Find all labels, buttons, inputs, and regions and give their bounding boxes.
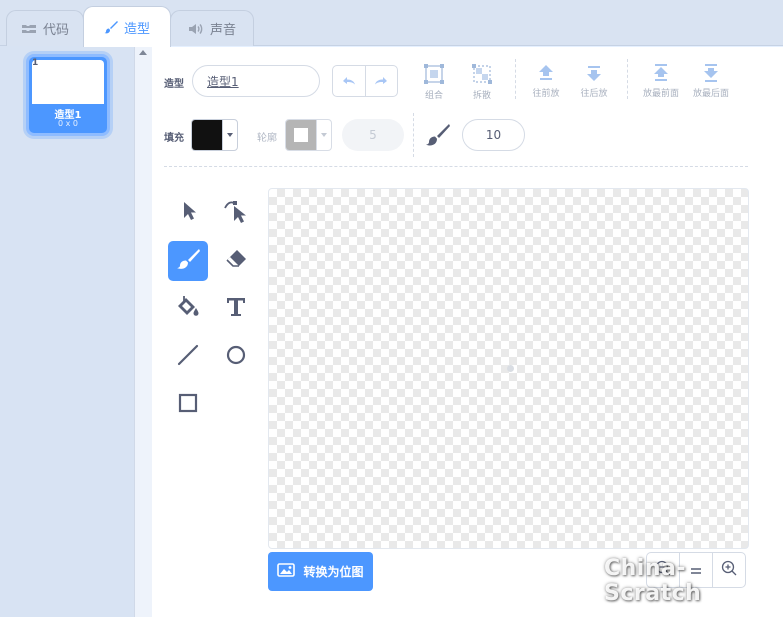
- tab-sound-label: 声音: [209, 23, 236, 38]
- eraser-icon: [224, 248, 248, 274]
- costume-list-scrollbar[interactable]: [134, 46, 152, 617]
- reshape-pointer-icon: [223, 198, 249, 228]
- paint-editor: 造型 造型1 组合 拆散 往前放 往后放 放最前面 放最后面 填充 轮廓 5 1…: [152, 47, 783, 617]
- arrow-pointer-icon: [178, 200, 198, 226]
- costume-item[interactable]: 1 造型1 0 x 0: [26, 54, 110, 136]
- costume-thumbnail: [32, 60, 104, 104]
- rectangle-tool[interactable]: [168, 385, 208, 425]
- reshape-tool[interactable]: [216, 193, 256, 233]
- arrow-down-icon: [574, 63, 614, 83]
- line-tool[interactable]: [168, 337, 208, 377]
- square-icon: [177, 392, 199, 418]
- outline-color-picker[interactable]: [285, 119, 332, 151]
- image-icon: [277, 563, 296, 580]
- fill-label: 填充: [164, 133, 184, 144]
- back-label: 放最后面: [692, 89, 729, 99]
- fill-tool[interactable]: [168, 289, 208, 329]
- toolbar-divider: [627, 59, 628, 99]
- front-label: 放最前面: [642, 89, 679, 99]
- watermark-logo: China-Scratch: [604, 556, 702, 606]
- tab-costume[interactable]: 造型: [83, 6, 171, 47]
- speaker-icon: [188, 23, 204, 35]
- tab-code-label: 代码: [42, 23, 69, 38]
- ungroup-label: 拆散: [472, 91, 491, 101]
- arrow-to-back-icon: [688, 63, 734, 83]
- brush-tool[interactable]: [168, 241, 208, 281]
- ungroup-button[interactable]: 拆散: [462, 63, 502, 101]
- front-button[interactable]: 放最前面: [638, 63, 684, 99]
- brush-icon: [104, 20, 118, 34]
- select-tool[interactable]: [168, 193, 208, 233]
- convert-to-bitmap-button[interactable]: 转换为位图: [268, 552, 373, 591]
- undo-redo-group: [332, 65, 398, 97]
- ungroup-icon: [462, 63, 502, 85]
- redo-button[interactable]: [364, 66, 398, 96]
- forward-button[interactable]: 往前放: [526, 63, 566, 99]
- brush-size-input[interactable]: 10: [462, 119, 525, 151]
- outline-width-input[interactable]: 5: [342, 119, 404, 151]
- undo-icon: [341, 72, 357, 91]
- paint-canvas[interactable]: [268, 188, 749, 549]
- circle-icon: [225, 344, 247, 370]
- canvas-center-marker: [507, 365, 514, 372]
- costume-size: 0 x 0: [58, 119, 78, 128]
- brush-size-icon: [424, 123, 450, 151]
- outline-label: 轮廓: [257, 133, 277, 144]
- line-icon: [177, 344, 199, 370]
- costume-list: 1 造型1 0 x 0: [0, 46, 152, 617]
- group-icon: [414, 63, 454, 85]
- chevron-down-icon: [222, 120, 237, 150]
- backward-label: 往后放: [580, 89, 608, 99]
- redo-icon: [373, 72, 389, 91]
- group-button[interactable]: 组合: [414, 63, 454, 101]
- editor-tabs: 代码 造型 声音: [0, 0, 783, 47]
- scroll-up-arrow-icon[interactable]: [139, 50, 147, 55]
- tab-code[interactable]: 代码: [6, 10, 84, 46]
- toolbar-separator: [164, 166, 748, 167]
- circle-tool[interactable]: [216, 337, 256, 377]
- fill-color-swatch: [192, 120, 222, 150]
- forward-label: 往前放: [532, 89, 560, 99]
- paint-bucket-icon: [175, 295, 201, 323]
- toolbar-divider: [515, 59, 516, 99]
- arrow-up-icon: [526, 63, 566, 83]
- convert-to-bitmap-label: 转换为位图: [303, 565, 364, 579]
- costume-name-input[interactable]: 造型1: [192, 65, 320, 97]
- text-tool[interactable]: [216, 289, 256, 329]
- properties-divider: [413, 113, 414, 157]
- costume-name-label: 造型: [164, 79, 184, 90]
- eraser-tool[interactable]: [216, 241, 256, 281]
- costume-number: 1: [32, 58, 39, 68]
- back-button[interactable]: 放最后面: [688, 63, 734, 99]
- outline-color-swatch: [286, 120, 316, 150]
- chevron-down-icon: [316, 120, 331, 150]
- tab-costume-label: 造型: [123, 21, 150, 37]
- code-blocks-icon: [21, 23, 37, 35]
- costume-name-value: 造型1: [207, 75, 239, 89]
- backward-button[interactable]: 往后放: [574, 63, 614, 99]
- tab-sound[interactable]: 声音: [170, 10, 254, 46]
- brush-icon: [176, 248, 200, 274]
- outline-square-icon: [294, 128, 308, 142]
- group-label: 组合: [424, 91, 443, 101]
- arrow-to-front-icon: [638, 63, 684, 83]
- undo-button[interactable]: [333, 66, 365, 96]
- fill-color-picker[interactable]: [191, 119, 238, 151]
- text-t-icon: [225, 296, 247, 322]
